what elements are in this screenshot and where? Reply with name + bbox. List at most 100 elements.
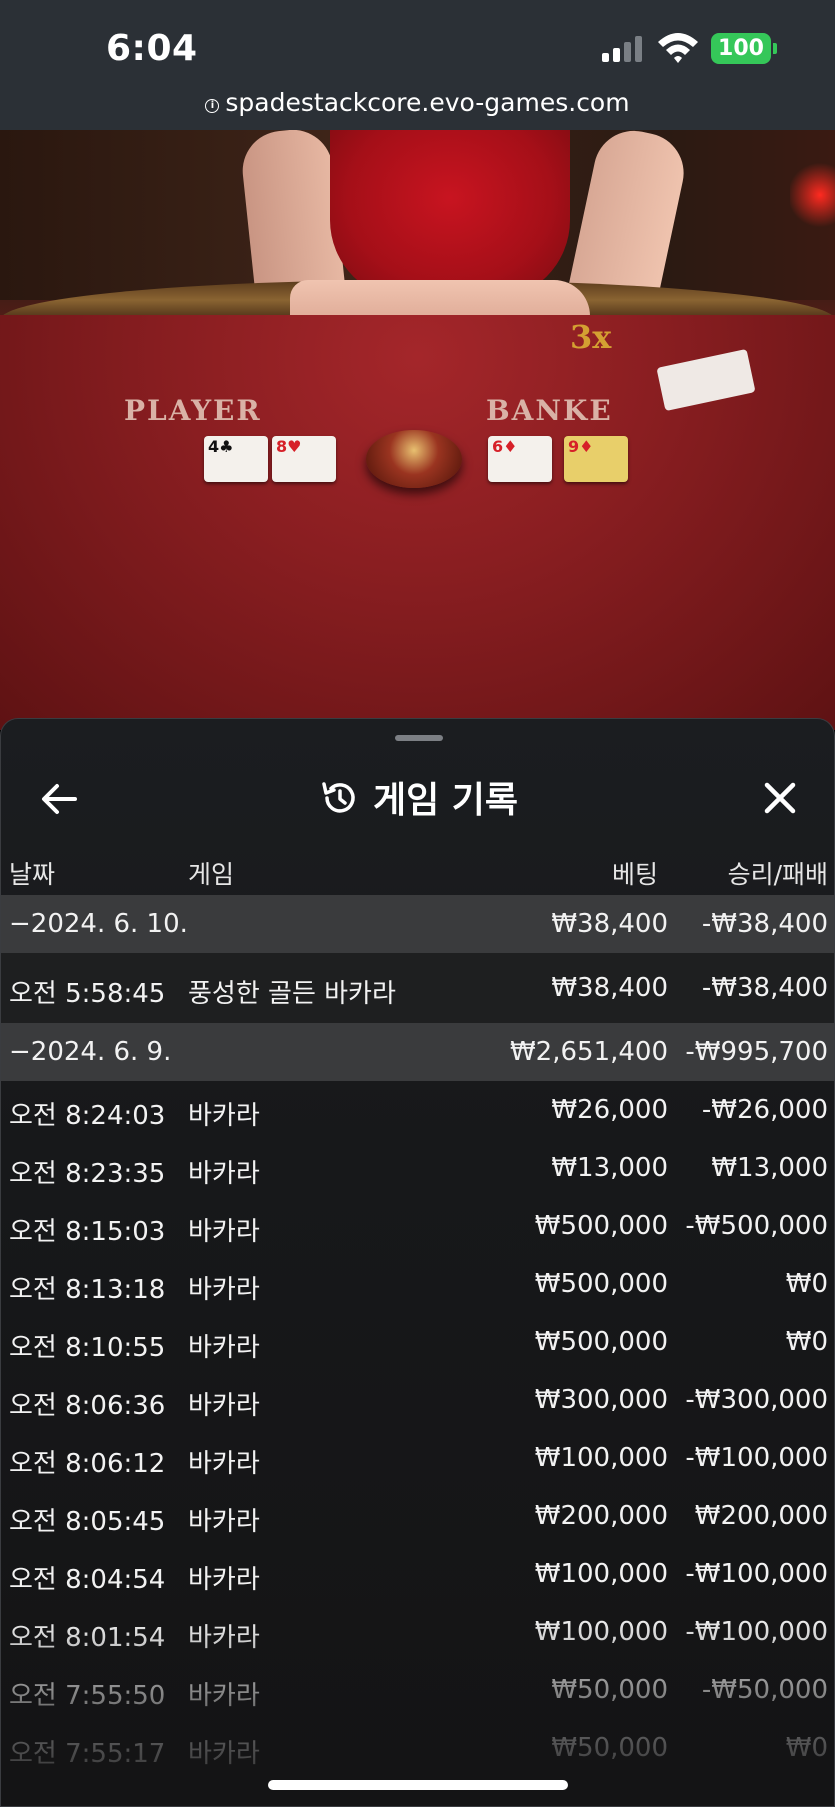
panel-title-text: 게임 기록: [372, 780, 518, 821]
row-bet: ₩50,000: [551, 1675, 668, 1705]
day-date: −2024. 6. 10.: [9, 909, 188, 939]
row-time: 오전 8:24:03: [9, 1101, 166, 1131]
row-time: 오전 8:15:03: [9, 1217, 166, 1247]
row-bet: ₩100,000: [534, 1617, 668, 1647]
day-result-total: -₩995,700: [685, 1037, 828, 1067]
day-date: −2024. 6. 9.: [9, 1037, 172, 1067]
day-bet-total: ₩38,400: [551, 909, 668, 939]
day-bet-total: ₩2,651,400: [509, 1037, 668, 1067]
row-result: -₩500,000: [685, 1211, 828, 1241]
row-game: 바카라: [188, 1159, 260, 1189]
row-result: ₩0: [785, 1733, 828, 1763]
row-game: 바카라: [188, 1449, 260, 1479]
player-card-1: 4♣: [204, 436, 268, 482]
row-game: 바카라: [188, 1217, 260, 1247]
row-result: -₩100,000: [685, 1559, 828, 1589]
row-bet: ₩13,000: [551, 1153, 668, 1183]
day-group-header[interactable]: −2024. 6. 10. ₩38,400 -₩38,400: [1, 895, 834, 953]
row-result: -₩26,000: [701, 1095, 828, 1125]
row-time: 오전 8:04:54: [9, 1565, 166, 1595]
table-row[interactable]: 오전 8:04:54 바카라 ₩100,000 -₩100,000: [1, 1545, 834, 1603]
home-indicator[interactable]: [268, 1780, 568, 1790]
row-time: 오전 7:55:50: [9, 1681, 166, 1711]
table-row[interactable]: 오전 8:13:18 바카라 ₩500,000 ₩0: [1, 1255, 834, 1313]
cellular-signal-icon: [602, 36, 644, 62]
row-time: 오전 8:13:18: [9, 1275, 166, 1305]
row-result: ₩13,000: [711, 1153, 828, 1183]
red-light: [790, 160, 835, 230]
row-bet: ₩100,000: [534, 1559, 668, 1589]
close-icon[interactable]: [757, 775, 803, 821]
row-game: 바카라: [188, 1739, 260, 1769]
history-icon: [322, 782, 355, 813]
row-result: -₩38,400: [701, 973, 828, 1003]
row-result: -₩100,000: [685, 1617, 828, 1647]
row-game: 바카라: [188, 1681, 260, 1711]
row-bet: ₩200,000: [534, 1501, 668, 1531]
wifi-icon: [658, 33, 698, 63]
row-bet: ₩50,000: [551, 1733, 668, 1763]
table-row[interactable]: 오전 8:15:03 바카라 ₩500,000 -₩500,000: [1, 1197, 834, 1255]
row-bet: ₩500,000: [534, 1211, 668, 1241]
row-game: 바카라: [188, 1623, 260, 1653]
row-result: -₩50,000: [701, 1675, 828, 1705]
row-time: 오전 8:23:35: [9, 1159, 166, 1189]
table-row[interactable]: 오전 7:55:50 바카라 ₩50,000 -₩50,000: [1, 1661, 834, 1719]
row-game: 바카라: [188, 1333, 260, 1363]
table-row[interactable]: 오전 8:06:36 바카라 ₩300,000 -₩300,000: [1, 1371, 834, 1429]
banker-label: BANKE: [486, 394, 613, 427]
page-url: spadestackcore.evo-games.com: [225, 88, 630, 117]
battery-icon: 100: [711, 33, 771, 64]
row-game: 풍성한 골든 바카라: [188, 979, 396, 1009]
row-result: ₩200,000: [694, 1501, 828, 1531]
drag-handle[interactable]: [395, 735, 443, 741]
player-card-2: 8♥: [272, 436, 336, 482]
row-result: -₩100,000: [685, 1443, 828, 1473]
col-header-result: 승리/패배: [727, 860, 828, 889]
table-row[interactable]: 오전 8:06:12 바카라 ₩100,000 -₩100,000: [1, 1429, 834, 1487]
row-bet: ₩500,000: [534, 1269, 668, 1299]
row-game: 바카라: [188, 1507, 260, 1537]
table-row[interactable]: 오전 8:24:03 바카라 ₩26,000 -₩26,000: [1, 1081, 834, 1139]
row-bet: ₩500,000: [534, 1327, 668, 1357]
col-header-bet: 베팅: [612, 860, 659, 889]
banker-card-2: 9♦: [564, 436, 628, 482]
banker-card-1: 6♦: [488, 436, 552, 482]
row-game: 바카라: [188, 1565, 260, 1595]
row-game: 바카라: [188, 1275, 260, 1305]
row-result: ₩0: [785, 1327, 828, 1357]
dealer-dress: [330, 130, 570, 300]
row-time: 오전 8:05:45: [9, 1507, 166, 1537]
row-bet: ₩300,000: [534, 1385, 668, 1415]
table-row[interactable]: 오전 8:10:55 바카라 ₩500,000 ₩0: [1, 1313, 834, 1371]
row-time: 오전 8:10:55: [9, 1333, 166, 1363]
table-row[interactable]: 오전 7:55:17 바카라 ₩50,000 ₩0: [1, 1719, 834, 1777]
table-row[interactable]: 오전 5:58:45 풍성한 골든 바카라 ₩38,400 -₩38,400: [1, 953, 834, 1023]
row-game: 바카라: [188, 1391, 260, 1421]
table-row[interactable]: 오전 8:05:45 바카라 ₩200,000 ₩200,000: [1, 1487, 834, 1545]
table-row[interactable]: 오전 8:23:35 바카라 ₩13,000 ₩13,000: [1, 1139, 834, 1197]
day-group-header[interactable]: −2024. 6. 9. ₩2,651,400 -₩995,700: [1, 1023, 834, 1081]
card-discard-bell: [366, 430, 462, 488]
address-bar[interactable]: i spadestackcore.evo-games.com: [0, 88, 835, 117]
status-time: 6:04: [106, 28, 198, 69]
row-time: 오전 8:06:36: [9, 1391, 166, 1421]
row-bet: ₩100,000: [534, 1443, 668, 1473]
row-result: -₩300,000: [685, 1385, 828, 1415]
row-game: 바카라: [188, 1101, 260, 1131]
live-video-feed: PLAYER BANKE 3x 4♣ 8♥ 6♦ 9♦: [0, 130, 835, 730]
table-header: 날짜 게임 베팅 승리/패배: [1, 847, 834, 895]
history-table: −2024. 6. 10. ₩38,400 -₩38,400 오전 5:58:4…: [1, 895, 834, 1777]
panel-title: 게임 기록: [1, 771, 834, 823]
row-time: 오전 7:55:17: [9, 1739, 166, 1769]
row-result: ₩0: [785, 1269, 828, 1299]
col-header-game: 게임: [188, 860, 235, 889]
multiplier-label: 3x: [570, 318, 612, 356]
battery-tip: [773, 43, 777, 54]
row-time: 오전 5:58:45: [9, 979, 166, 1009]
panel-header: 게임 기록: [1, 749, 834, 849]
row-time: 오전 8:01:54: [9, 1623, 166, 1653]
table-row[interactable]: 오전 8:01:54 바카라 ₩100,000 -₩100,000: [1, 1603, 834, 1661]
col-header-date: 날짜: [9, 860, 56, 889]
day-result-total: -₩38,400: [701, 909, 828, 939]
